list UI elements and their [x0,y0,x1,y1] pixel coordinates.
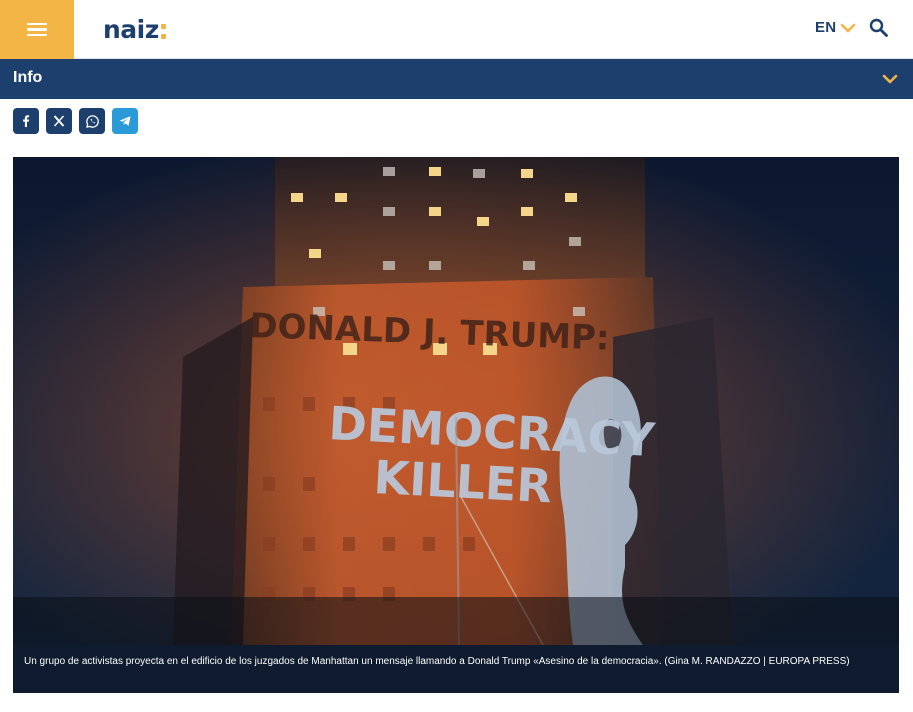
menu-button[interactable] [0,0,74,59]
search-button[interactable] [869,18,889,38]
site-logo[interactable]: naiz [103,14,166,44]
share-whatsapp-button[interactable] [79,108,105,134]
chevron-down-icon [840,23,856,32]
info-section-bar[interactable]: Info [0,59,913,99]
photo-caption: Un grupo de activistas proyecta en el ed… [13,645,899,693]
chevron-down-icon[interactable] [882,73,898,85]
telegram-icon [119,116,131,126]
caption-text: Un grupo de activistas proyecta en el ed… [24,656,850,667]
article-photo: DONALD J. TRUMP: DEMOCRACY KILLER [13,157,899,645]
language-selector[interactable]: EN [815,19,856,36]
share-x-button[interactable] [46,108,72,134]
language-label: EN [815,19,837,36]
logo-colon [160,24,166,39]
share-facebook-button[interactable] [13,108,39,134]
search-icon [869,18,888,37]
whatsapp-icon [85,114,99,128]
projection-text-line2: KILLER [372,450,553,513]
share-telegram-button[interactable] [112,108,138,134]
facebook-icon [23,115,30,127]
article-figure: DONALD J. TRUMP: DEMOCRACY KILLER Un gru… [13,157,899,693]
logo-text: naiz [103,15,159,44]
x-twitter-icon [53,115,65,127]
hamburger-icon [27,22,47,37]
info-bar-label: Info [13,69,43,86]
site-header: naiz EN [0,0,913,59]
share-buttons [13,108,138,134]
